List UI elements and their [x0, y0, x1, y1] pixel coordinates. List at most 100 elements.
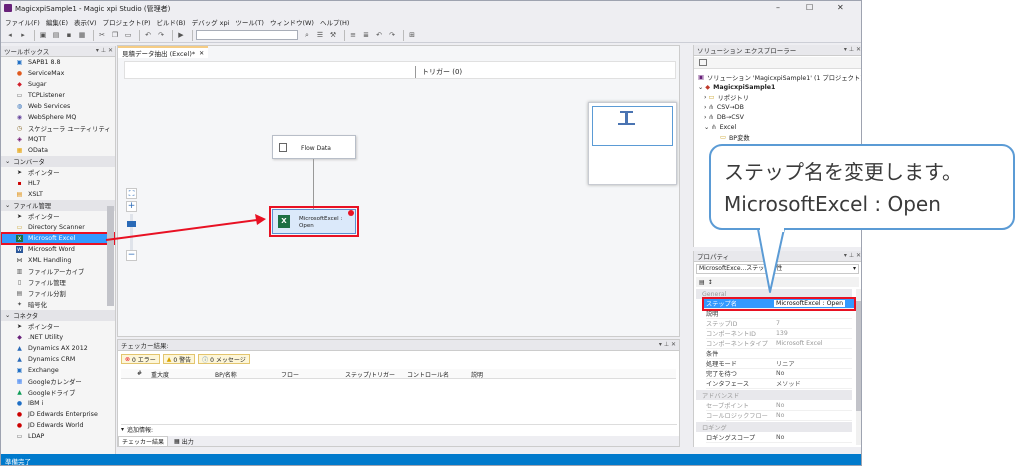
toolbox-item-microsoft-excel[interactable]: x Microsoft Excel — [1, 232, 115, 245]
alphabetical-icon[interactable]: ↕ — [708, 279, 713, 286]
prop-interface[interactable]: インタフェース メソッド — [706, 379, 852, 389]
extend-icon[interactable]: ⊞ — [407, 30, 417, 40]
toolbox-item-tcplistener[interactable]: ▭ TCPListener — [1, 90, 115, 101]
toolbox-item-scheduler[interactable]: ◷ スケジューラ ユーティリティ — [1, 123, 115, 134]
find-icon[interactable]: ⌕ — [302, 30, 312, 40]
categorized-icon[interactable]: ▤ — [699, 279, 705, 286]
run-icon[interactable]: ▶ — [176, 30, 186, 40]
toolbox-item-mqtt[interactable]: ◈ MQTT — [1, 134, 115, 145]
pin-icon[interactable]: ▾ ⊥ ✕ — [659, 341, 676, 348]
toolbox-item-google-calendar[interactable]: ▦ Googleカレンダー — [1, 376, 115, 387]
toolbox-item-sapb1[interactable]: ▣ SAPB1 8.8 — [1, 57, 115, 68]
redo-icon[interactable]: ↷ — [156, 30, 166, 40]
menu-edit[interactable]: 編集(E) — [46, 17, 68, 27]
tab-output[interactable]: 出力 — [182, 437, 194, 446]
toolbox-item-microsoft-word[interactable]: w Microsoft Word — [1, 244, 115, 255]
toolbox-item-webspheremq[interactable]: ◉ WebSphere MQ — [1, 112, 115, 123]
toolbox-item-pointer[interactable]: ➤ ポインター — [1, 211, 115, 222]
additional-info-row[interactable]: ▾ 追加情報: — [121, 424, 677, 434]
category-advanced[interactable]: アドバンスド — [696, 390, 852, 400]
close-button[interactable]: ✕ — [837, 3, 844, 12]
forward-icon[interactable]: ▸ — [18, 30, 28, 40]
minimize-button[interactable]: – — [776, 3, 780, 12]
document-tab[interactable]: 見積データ抽出 (Excel)* ✕ — [118, 46, 209, 58]
minimap[interactable] — [588, 102, 677, 185]
prop-call-logic-flow[interactable]: コールロジックフロー No — [706, 411, 852, 421]
errors-filter-button[interactable]: ⊗ 0 エラー — [121, 354, 160, 364]
comment-icon[interactable]: ≡ — [348, 30, 358, 40]
menu-view[interactable]: 表示(V) — [74, 17, 97, 27]
toolbox-item-google-drive[interactable]: ▲ Googleドライブ — [1, 387, 115, 398]
menu-file[interactable]: ファイル(F) — [5, 17, 40, 27]
save-icon[interactable]: ▪ — [64, 30, 74, 40]
toolbox-item-dynamics-ax[interactable]: ▲ Dynamics AX 2012 — [1, 343, 115, 354]
toolbox-item-dotnet-utility[interactable]: ◆ .NET Utility — [1, 332, 115, 343]
prop-step-id[interactable]: ステップID 7 — [706, 319, 852, 329]
toolbox-item-odata[interactable]: ▦ OData — [1, 145, 115, 156]
menu-project[interactable]: プロジェクト(P) — [103, 17, 151, 27]
category-general[interactable]: General — [696, 289, 852, 299]
configuration-combo[interactable] — [196, 30, 298, 40]
toolbox-item-encryption[interactable]: ✦ 暗号化 — [1, 299, 115, 310]
back-icon[interactable]: ◂ — [5, 30, 15, 40]
menu-build[interactable]: ビルド(B) — [157, 17, 186, 27]
toolbox-item-dynamics-crm[interactable]: ▲ Dynamics CRM — [1, 354, 115, 365]
messages-filter-button[interactable]: ⓘ 0 メッセージ — [198, 354, 250, 364]
tree-item-db-csv[interactable]: › ⋔ DB→CSV — [698, 112, 861, 122]
toolbox-item-file-management[interactable]: ▯ ファイル管理 — [1, 277, 115, 288]
pin-icon[interactable]: ▾ ⊥ ✕ — [844, 46, 861, 53]
prop-condition[interactable]: 条件 — [706, 349, 852, 359]
menu-tools[interactable]: ツール(T) — [235, 17, 264, 27]
toolbox-item-servicemax[interactable]: ● ServiceMax — [1, 68, 115, 79]
toolbox-item-directory-scanner[interactable]: ▭ Directory Scanner — [1, 222, 115, 233]
prop-step-name[interactable]: ステップ名 MicrosoftExcel : Open — [702, 297, 856, 311]
uncomment-icon[interactable]: ≣ — [361, 30, 371, 40]
redo-icon[interactable]: ↷ — [387, 30, 397, 40]
category-logging[interactable]: ロギング — [696, 422, 852, 432]
undo-icon[interactable]: ↶ — [374, 30, 384, 40]
menu-help[interactable]: ヘルプ(H) — [320, 17, 349, 27]
trigger-area[interactable]: トリガー (0) — [124, 61, 676, 79]
toolbox-category-connector[interactable]: ⌄ コネクタ — [1, 310, 115, 321]
prop-savepoint[interactable]: セーブポイント No — [706, 401, 852, 411]
excel-step-node[interactable]: X MicrosoftExcel : Open — [269, 206, 359, 237]
toolbox-item-exchange[interactable]: ▣ Exchange — [1, 365, 115, 376]
pin-icon[interactable]: ▾ ⊥ ✕ — [96, 47, 113, 54]
toolbox-item-file-archive[interactable]: ▥ ファイルアーカイブ — [1, 266, 115, 277]
project-node[interactable]: ⌄ ◆ MagicxpiSample1 — [698, 82, 861, 92]
prop-description[interactable]: 説明 — [706, 309, 852, 319]
zoom-slider[interactable] — [130, 214, 133, 250]
toolbox-item-jd-edwards-world[interactable]: ● JD Edwards World — [1, 420, 115, 431]
zoom-out-button[interactable]: − — [126, 250, 137, 261]
tab-checker-results[interactable]: チェッカー結果 — [118, 435, 169, 447]
toolbox-item-xml-handling[interactable]: ⋈ XML Handling — [1, 255, 115, 266]
toolbox-item-ibm-i[interactable]: ● IBM i — [1, 398, 115, 409]
toolbox-category-file[interactable]: ⌄ ファイル管理 — [1, 200, 115, 211]
paste-icon[interactable]: ▭ — [123, 30, 133, 40]
toolbox-item-webservices[interactable]: ◍ Web Services — [1, 101, 115, 112]
prop-wait-completion[interactable]: 完了を待つ No — [706, 369, 852, 379]
properties-scrollbar[interactable] — [856, 289, 861, 445]
fit-icon[interactable]: ⛶ — [126, 188, 137, 199]
tree-item-bp-variables[interactable]: ▭ BP変数 — [698, 132, 861, 142]
flow-data-node[interactable]: Flow Data — [272, 135, 356, 159]
cut-icon[interactable]: ✂ — [97, 30, 107, 40]
tree-item-repository[interactable]: › ▭ リポジトリ — [698, 92, 861, 102]
menu-debug[interactable]: デバッグ xpi — [192, 17, 230, 27]
toolbox-item-sugar[interactable]: ◆ Sugar — [1, 79, 115, 90]
object-selector[interactable]: MicrosoftExce...ステップ特性 ▾ — [696, 264, 859, 274]
close-tab-icon[interactable]: ✕ — [199, 50, 204, 57]
solution-root[interactable]: ▣ ソリューション 'MagicxpiSample1' (1 プロジェクト) — [698, 72, 861, 82]
zoom-in-button[interactable]: + — [126, 201, 137, 212]
toolbox-item-pointer[interactable]: ➤ ポインター — [1, 167, 115, 178]
toolbox-item-jd-edwards-enterprise[interactable]: ● JD Edwards Enterprise — [1, 409, 115, 420]
open-icon[interactable]: ▤ — [51, 30, 61, 40]
toolbox-scrollbar[interactable] — [107, 206, 114, 306]
prop-component-id[interactable]: コンポーネントID 139 — [706, 329, 852, 339]
prop-logging-scope[interactable]: ロギングスコープ No — [706, 433, 852, 443]
prop-component-type[interactable]: コンポーネントタイプ Microsoft Excel — [706, 339, 852, 349]
tree-item-csv-db[interactable]: › ⋔ CSV→DB — [698, 102, 861, 112]
toolbox-item-hl7[interactable]: ▪ HL7 — [1, 178, 115, 189]
maximize-button[interactable]: ☐ — [806, 3, 813, 12]
toolbox-item-xslt[interactable]: ▤ XSLT — [1, 189, 115, 200]
